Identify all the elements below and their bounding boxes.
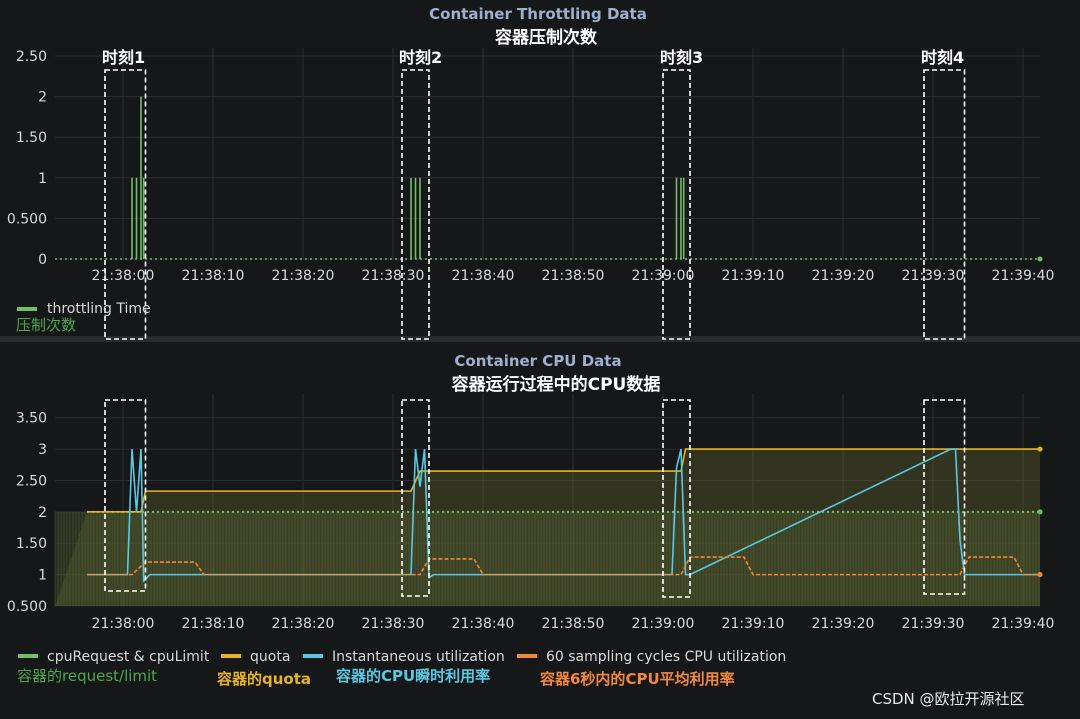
legend-swatch-throttling	[17, 307, 37, 311]
series-end-point	[1037, 509, 1043, 515]
chart-canvas: 0 0.500 1 1.50 2 2.50 21:38:00 21:38:10 21:38:20…	[0, 5, 1080, 708]
series-end-point	[1037, 572, 1043, 578]
y-tick-label: 2	[38, 90, 47, 106]
top-panel-title: Container Throttling Data	[429, 5, 647, 23]
x-tick-label: 21:38:50	[542, 268, 605, 284]
moment-window-1	[104, 69, 147, 340]
x-tick-label: 21:39:20	[812, 616, 875, 632]
x-tick-label: 21:39:40	[992, 268, 1055, 284]
cpu-chart: 0.500 1 1.50 2 2.50 3 3.50 21:38:00 21:38:10 21:3…	[7, 394, 1055, 632]
x-tick-label: 21:38:00	[92, 616, 155, 632]
x-tick-label: 21:38:20	[272, 616, 335, 632]
y-tick-label: 2.50	[16, 49, 47, 65]
moment-window-4	[923, 69, 966, 340]
legend-annotation-quota: 容器的quota	[216, 670, 311, 688]
y-tick-label: 1.50	[16, 130, 47, 146]
legend-annotation-throttling: 压制次数	[16, 316, 76, 334]
x-tick-label: 21:39:00	[632, 616, 695, 632]
x-tick-label: 21:39:20	[812, 268, 875, 284]
x-tick-label: 21:39:40	[992, 616, 1055, 632]
moment-label-1: 时刻1	[102, 48, 145, 67]
x-tick-label: 21:38:40	[452, 616, 515, 632]
legend-swatch-quota	[221, 654, 241, 658]
legend-label-request-limit[interactable]: cpuRequest & cpuLimit	[47, 649, 210, 665]
y-tick-label: 2.50	[16, 473, 47, 489]
y-tick-label: 1	[38, 171, 47, 187]
legend-label-throttling[interactable]: throttling Time	[47, 301, 151, 317]
x-tick-label: 21:39:10	[722, 268, 785, 284]
y-tick-label: 1	[38, 568, 47, 584]
y-tick-label: 1.50	[16, 536, 47, 552]
series-end-point	[1037, 446, 1043, 452]
legend-swatch-average	[517, 654, 537, 658]
x-tick-label: 21:38:10	[182, 268, 245, 284]
throttling-end-point	[1037, 256, 1043, 262]
bottom-panel-title: Container CPU Data	[454, 352, 621, 370]
x-tick-label: 21:38:20	[272, 268, 335, 284]
legend-swatch-instantaneous	[303, 654, 323, 658]
y-tick-label: 2	[38, 505, 47, 521]
x-tick-label: 21:39:30	[902, 268, 965, 284]
legend-label-instantaneous[interactable]: Instantaneous utilization	[332, 649, 505, 665]
bottom-panel-subtitle: 容器运行过程中的CPU数据	[452, 374, 661, 395]
moment-label-4: 时刻4	[921, 48, 964, 67]
y-tick-label: 0	[38, 252, 47, 268]
x-tick-label: 21:38:30	[362, 616, 425, 632]
legend-annotation-request-limit: 容器的request/limit	[17, 667, 157, 685]
y-tick-label: 3.50	[16, 411, 47, 427]
y-tick-label: 0.500	[7, 599, 47, 615]
x-tick-label: 21:38:50	[542, 616, 605, 632]
moment-label-3: 时刻3	[660, 48, 703, 67]
moment-label-2: 时刻2	[399, 48, 442, 67]
x-tick-label: 21:38:10	[182, 616, 245, 632]
y-tick-label: 0.500	[7, 211, 47, 227]
top-panel-subtitle: 容器压制次数	[495, 27, 598, 48]
x-tick-label: 21:39:30	[902, 616, 965, 632]
legend-label-quota[interactable]: quota	[250, 649, 290, 665]
x-tick-label: 21:38:40	[452, 268, 515, 284]
x-tick-label: 21:39:10	[722, 616, 785, 632]
legend-annotation-average: 容器6秒内的CPU平均利用率	[539, 670, 735, 688]
legend-top[interactable]: throttling Time 压制次数	[16, 301, 151, 334]
x-tick-label: 21:38:30	[362, 268, 425, 284]
legend-swatch-request-limit	[18, 654, 38, 658]
legend-bottom[interactable]: cpuRequest & cpuLimit 容器的request/limit q…	[17, 649, 786, 688]
legend-label-average[interactable]: 60 sampling cycles CPU utilization	[546, 649, 786, 665]
legend-annotation-instantaneous: 容器的CPU瞬时利用率	[335, 667, 490, 685]
throttling-chart: 00.50011.5022.5021:38:00 21:38:10 21:38:20…	[7, 48, 1055, 284]
y-tick-label: 3	[38, 442, 47, 458]
watermark: CSDN @欧拉开源社区	[872, 690, 1025, 708]
